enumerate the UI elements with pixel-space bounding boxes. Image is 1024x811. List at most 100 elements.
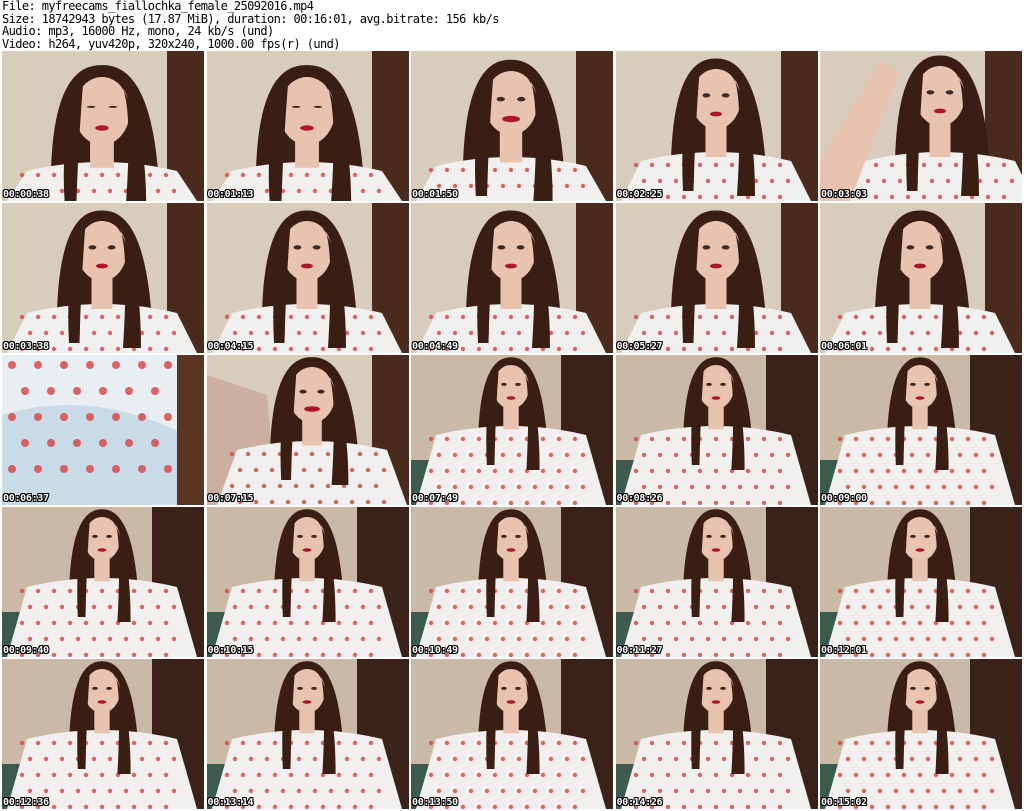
timestamp: 00:12:36 [3,797,49,808]
thumbnail: 00:07:15 [206,355,409,505]
lips [506,548,516,552]
lips [915,548,925,552]
video-frame [615,51,818,201]
lips [97,700,107,704]
video-frame [615,507,818,657]
timestamp: 00:01:13 [207,189,254,200]
timestamp: 00:05:27 [616,341,663,352]
thumbnail: 00:02:25 [615,51,818,201]
lips [711,396,720,400]
thumbnail: 00:01:50 [411,51,613,201]
timestamp: 00:02:25 [616,189,663,200]
timestamp: 00:13:14 [207,797,254,808]
lips [302,700,311,704]
thumbnail: 00:10:49 [411,507,613,657]
video-frame [820,507,1022,657]
timestamp: 00:14:26 [616,797,663,808]
video-frame [411,203,613,353]
video-frame [206,355,409,505]
thumbnail: 00:09:00 [820,355,1022,505]
timestamp: 00:03:38 [3,341,49,352]
thumbnail: 00:15:02 [820,659,1022,809]
lips [506,396,516,400]
thumbnail-grid: 00:00:38 00:01:13 00:01:50 00:02:25 00:0… [2,51,1022,809]
thumbnail: 00:05:27 [615,203,818,353]
video-frame [411,659,613,809]
lips [502,115,520,123]
video-frame [411,51,613,201]
thumbnail: 00:14:26 [615,659,818,809]
thumbnail: 00:07:49 [411,355,613,505]
video-frame [206,659,409,809]
lips [96,263,108,269]
video-frame [2,51,204,201]
video-frame [411,355,613,505]
thumbnail: 00:11:27 [615,507,818,657]
video-info-line: Video: h264, yuv420p, 320x240, 1000.00 f… [2,36,340,51]
lips [711,548,720,552]
timestamp: 00:01:50 [412,189,458,200]
timestamp: 00:09:40 [3,645,49,656]
lips [300,263,313,269]
timestamp: 00:12:01 [821,645,867,656]
video-frame [206,203,409,353]
timestamp: 00:06:01 [821,341,867,352]
thumbnail: 00:13:50 [411,659,613,809]
timestamp: 00:10:49 [412,645,458,656]
file-info-header: File: myfreecams_fiallochka_female_25092… [2,0,1022,50]
thumbnail: 00:01:13 [206,51,409,201]
thumbnail: 00:09:40 [2,507,204,657]
timestamp: 00:03:03 [821,189,867,200]
thumbnail: 00:00:38 [2,51,204,201]
timestamp: 00:07:49 [412,493,458,504]
thumbnail: 00:12:36 [2,659,204,809]
thumbnail: 00:06:37 [2,355,204,505]
lips [505,263,517,269]
timestamp: 00:15:02 [821,797,867,808]
video-frame [2,659,204,809]
audio-info-line: Audio: mp3, 16000 Hz, mono, 24 kb/s (und… [2,24,274,38]
video-frame [2,507,204,657]
lips [303,406,320,412]
lips [506,700,516,704]
lips [709,263,722,269]
video-frame [820,355,1022,505]
lips [302,548,311,552]
video-frame [820,203,1022,353]
timestamp: 00:08:26 [616,493,663,504]
thumbnail: 00:03:38 [2,203,204,353]
lips [934,108,946,114]
video-frame [206,507,409,657]
video-frame [820,659,1022,809]
video-frame [615,355,818,505]
thumbnail: 00:08:26 [615,355,818,505]
lips [915,396,925,400]
video-frame [615,659,818,809]
thumbnail: 00:06:01 [820,203,1022,353]
thumbnail: 00:13:14 [206,659,409,809]
video-frame [2,203,204,353]
thumbnail: 00:04:15 [206,203,409,353]
timestamp: 00:04:15 [207,341,254,352]
lips [709,111,722,117]
timestamp: 00:13:50 [412,797,458,808]
lips [914,263,926,269]
timestamp: 00:06:37 [3,493,49,504]
timestamp: 00:07:15 [207,493,254,504]
video-frame [411,507,613,657]
timestamp: 00:04:49 [412,341,458,352]
lips [299,125,314,131]
video-frame [820,51,1022,201]
thumbnail: 00:04:49 [411,203,613,353]
lips [97,548,107,552]
video-frame [615,203,818,353]
thumbnail: 00:12:01 [820,507,1022,657]
timestamp: 00:09:00 [821,493,867,504]
lips [711,700,720,704]
file-name-line: File: myfreecams_fiallochka_female_25092… [2,0,314,13]
video-frame [2,355,204,505]
timestamp: 00:10:15 [207,645,254,656]
lips [915,700,925,704]
thumbnail: 00:10:15 [206,507,409,657]
thumbnail: 00:03:03 [820,51,1022,201]
